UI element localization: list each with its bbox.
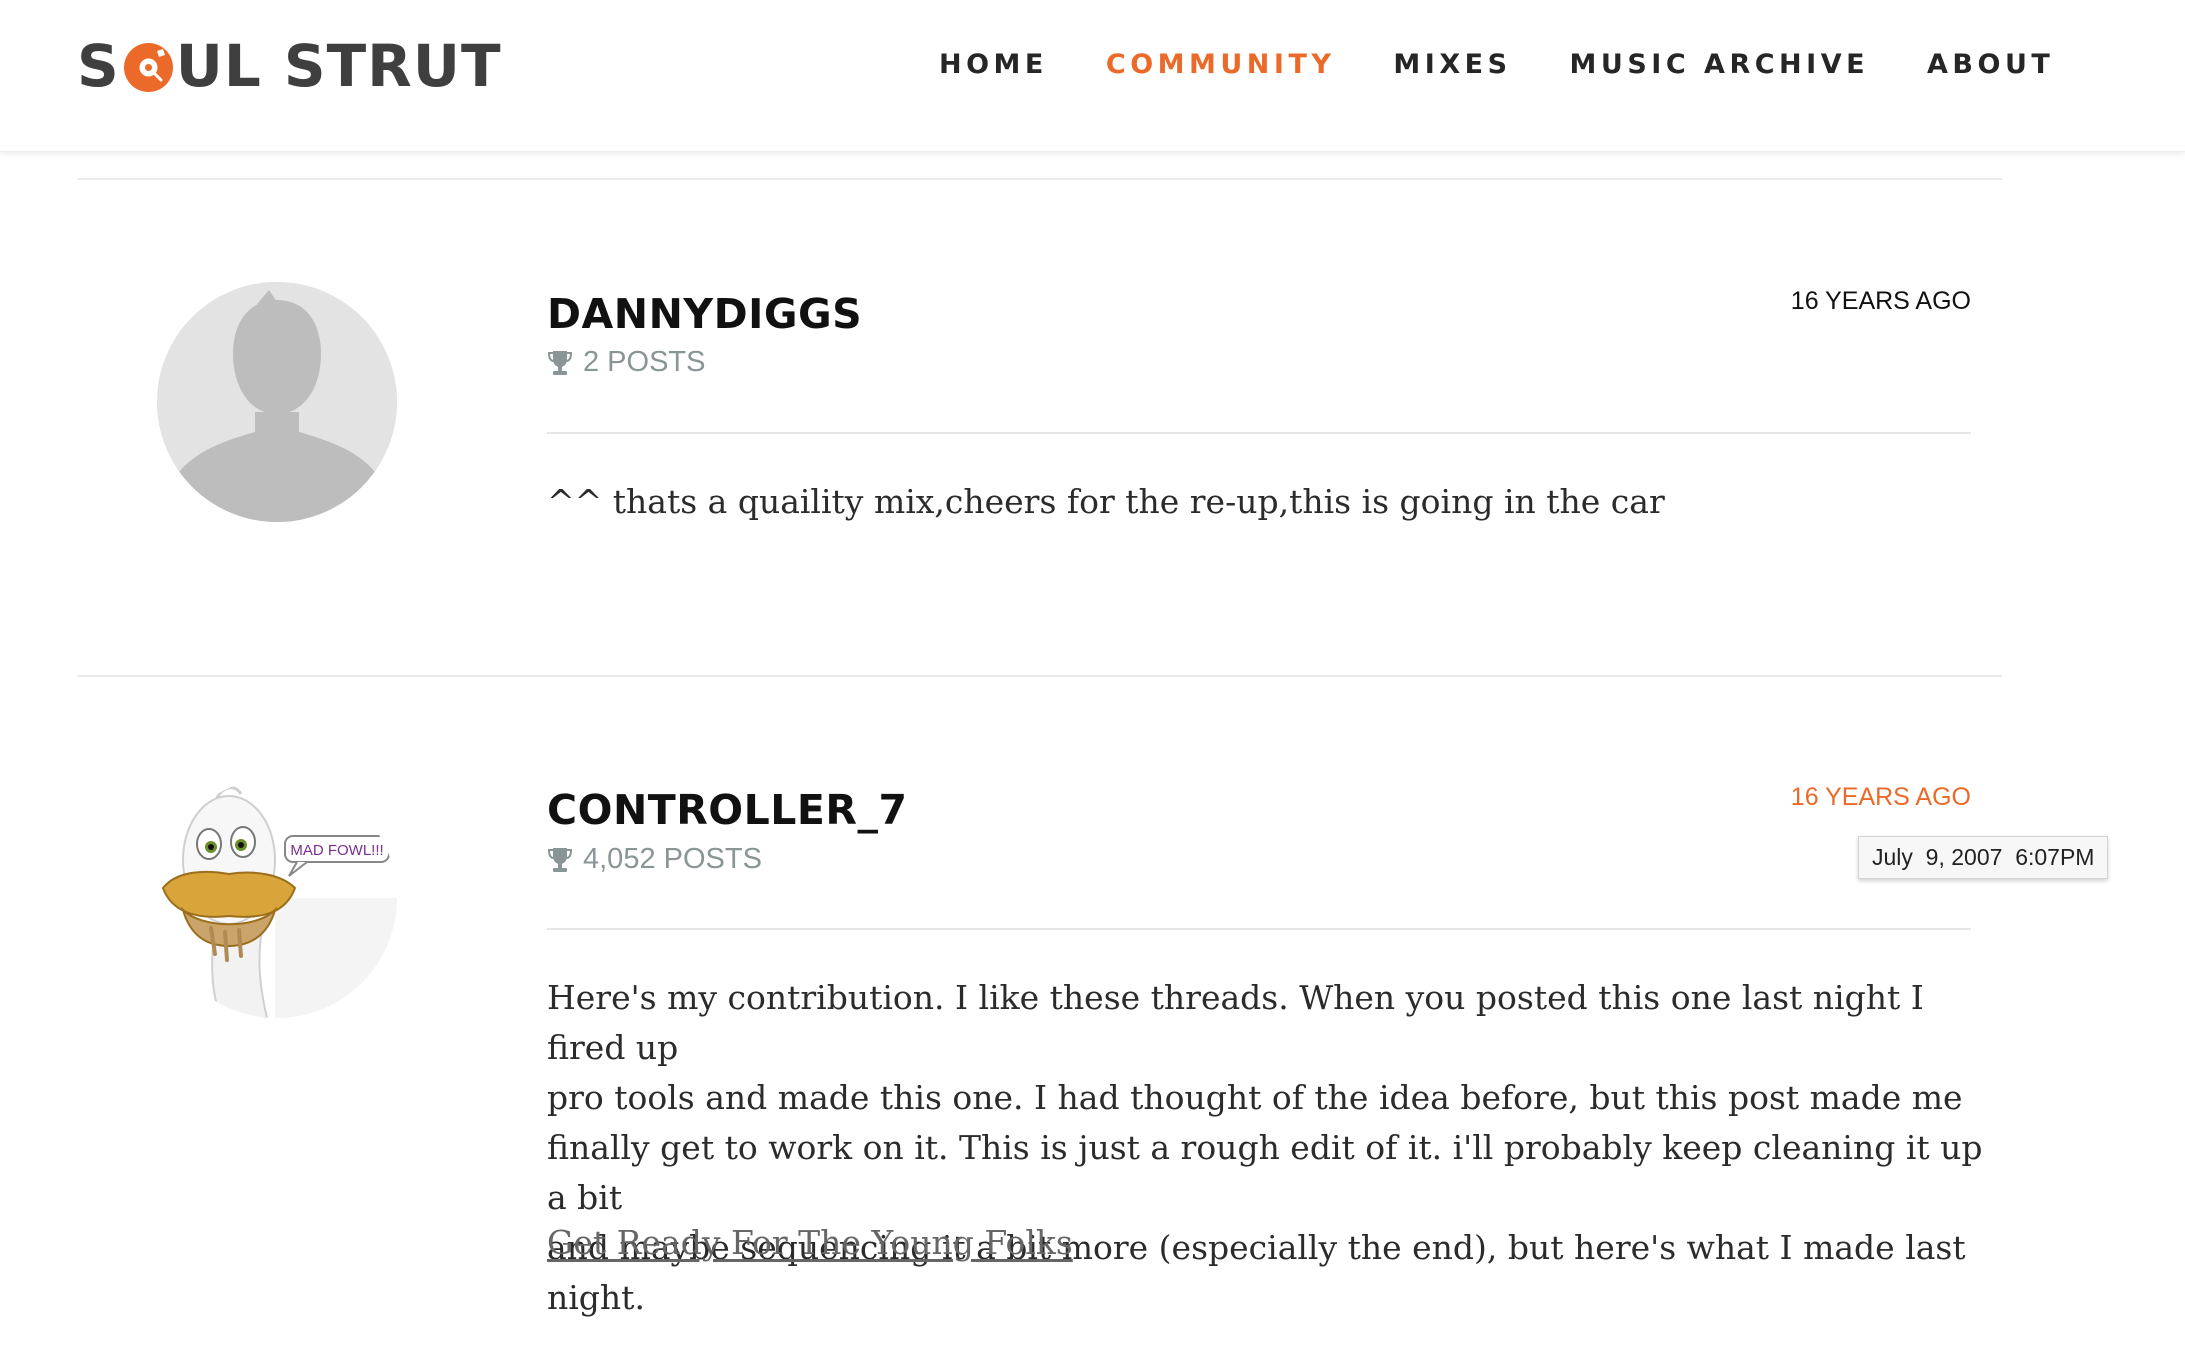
nav-about[interactable]: ABOUT [1927,49,2054,80]
avatar[interactable] [157,282,397,522]
duck-avatar: MAD FOWL!!! [157,778,397,1018]
site-header: S UL STRUT HOME COMMUNITY MIXES MUSIC AR… [0,0,2185,152]
nav-music-archive[interactable]: MUSIC ARCHIVE [1570,49,1869,80]
site-logo[interactable]: S UL STRUT [77,32,502,100]
logo-letters-ul: UL [175,32,262,100]
post-header-rule [547,928,1971,930]
post-divider [77,675,2002,677]
post-text-line: finally get to work on it. This is just … [547,1128,1983,1217]
post-body: ^^ thats a quaility mix,cheers for the r… [547,477,1987,527]
default-avatar-silhouette [157,282,397,522]
post-body: Here's my contribution. I like these thr… [547,973,1987,1323]
logo-word-strut: STRUT [283,32,502,100]
thread-divider [77,178,2002,180]
record-disc-icon [123,42,173,92]
trophy-icon [547,847,573,872]
post-author[interactable]: DANNYDIGGS [547,290,862,338]
logo-letter-s: S [77,32,120,100]
trophy-icon [547,350,573,375]
post-text-line: pro tools and made this one. I had thoug… [547,1078,1963,1117]
post-text-line: Here's my contribution. I like these thr… [547,978,1924,1067]
nav-mixes[interactable]: MIXES [1393,49,1511,80]
post-count: 4,052 POSTS [547,843,762,876]
post-author[interactable]: CONTROLLER_7 [547,786,908,834]
post-timestamp[interactable]: 16 YEARS AGO [1791,783,1971,812]
nav-home[interactable]: HOME [939,49,1048,80]
avatar[interactable]: MAD FOWL!!! [157,778,397,1018]
main-nav: HOME COMMUNITY MIXES MUSIC ARCHIVE ABOUT [939,44,2054,84]
mix-link[interactable]: Get Ready For The Young Folks [547,1223,1073,1262]
post-count-label: 4,052 POSTS [583,843,762,875]
post-header-rule [547,432,1971,434]
nav-community[interactable]: COMMUNITY [1106,49,1336,80]
timestamp-tooltip: July 9, 2007 6:07PM [1858,836,2109,879]
post-count-label: 2 POSTS [583,346,706,378]
post-timestamp[interactable]: 16 YEARS AGO [1791,287,1971,316]
post-text: ^^ thats a quaility mix,cheers for the r… [547,482,1665,521]
avatar-caption: MAD FOWL!!! [290,842,383,859]
post-count: 2 POSTS [547,346,706,379]
